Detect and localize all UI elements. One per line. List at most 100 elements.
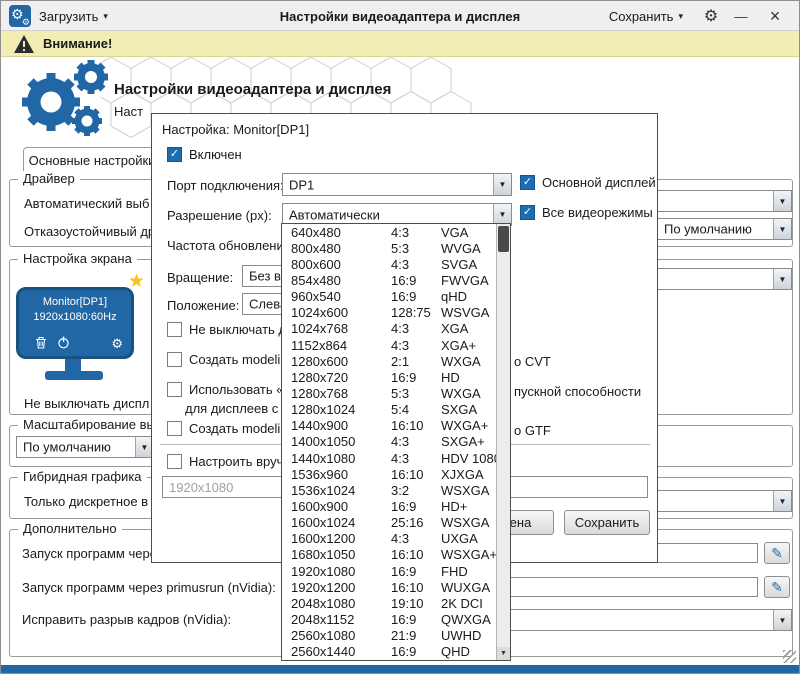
resolution-option[interactable]: 640x480 4:3 VGA [282, 224, 496, 240]
power-icon[interactable] [57, 336, 70, 349]
trash-icon[interactable] [35, 336, 47, 349]
resolution-option[interactable]: 1600x900 16:9 HD+ [282, 498, 496, 514]
resolution-size: 1600x1024 [291, 515, 391, 530]
primusrun-input[interactable] [502, 577, 758, 597]
hybrid-select[interactable]: ▼ [657, 490, 792, 512]
resolution-option[interactable]: 1440x900 16:10 WXGA+ [282, 418, 496, 434]
resolution-ratio: 3:2 [391, 483, 441, 498]
modeline-gtf-checkbox[interactable] [167, 421, 182, 436]
resolution-option[interactable]: 800x600 4:3 SVGA [282, 256, 496, 272]
primary-display-label: Основной дисплей [542, 175, 656, 190]
settings-gear-button[interactable]: ⚙ [699, 1, 723, 31]
resolution-size: 2048x1152 [291, 612, 391, 627]
dropdown-arrow-icon[interactable]: ▼ [493, 174, 511, 195]
resolution-option[interactable]: 2048x1080 19:10 2K DCI [282, 595, 496, 611]
tab-main-settings[interactable]: Основные настройки [23, 147, 161, 172]
dropdown-arrow-icon[interactable]: ▼ [773, 269, 791, 289]
resolution-option[interactable]: 2560x1440 16:9 QHD [282, 644, 496, 660]
modeline-cvt-checkbox[interactable] [167, 352, 182, 367]
enabled-checkbox[interactable]: ✓ [167, 147, 182, 162]
dropdown-arrow-icon[interactable]: ▼ [773, 610, 791, 630]
resolution-name: QHD [441, 644, 470, 659]
resolution-option[interactable]: 960x540 16:9 qHD [282, 289, 496, 305]
scrollbar-thumb[interactable] [498, 226, 509, 252]
resolution-size: 1152x864 [291, 338, 391, 353]
use-cvt-checkbox[interactable] [167, 382, 182, 397]
resolution-ratio: 16:10 [391, 580, 441, 595]
load-menu-label: Загрузить [39, 9, 98, 24]
monitor-widget[interactable]: Monitor[DP1] 1920x1080:60Hz ⚙ [16, 287, 134, 359]
warning-triangle-icon [13, 34, 35, 54]
bottom-accent-bar [1, 665, 799, 673]
close-button[interactable]: × [763, 1, 787, 31]
resolution-option[interactable]: 2560x1080 21:9 UWHD [282, 628, 496, 644]
minimize-button[interactable]: — [729, 1, 753, 31]
tearing-select[interactable]: ▼ [502, 609, 792, 631]
resolution-option[interactable]: 1536x960 16:10 XJXGA [282, 466, 496, 482]
screen-top-select[interactable]: ▼ [657, 268, 792, 290]
dropdown-arrow-icon[interactable]: ▼ [493, 204, 511, 225]
dropdown-arrow-icon[interactable]: ▼ [773, 191, 791, 211]
resolution-size: 1536x960 [291, 467, 391, 482]
primusrun-edit-button[interactable]: ✎ [764, 576, 790, 598]
resolution-option[interactable]: 1600x1200 4:3 UXGA [282, 531, 496, 547]
resolution-option[interactable]: 1400x1050 4:3 SXGA+ [282, 434, 496, 450]
driver-auto-select[interactable]: ▼ [657, 190, 792, 212]
gear-icon: ⚙ [22, 18, 30, 27]
primary-display-checkbox[interactable]: ✓ [520, 175, 535, 190]
save-menu-label: Сохранить [609, 9, 674, 24]
resolution-name: qHD [441, 289, 467, 304]
resolution-ratio: 16:10 [391, 467, 441, 482]
run-programs-edit-button[interactable]: ✎ [764, 542, 790, 564]
resolution-name: WXGA [441, 386, 481, 401]
resolution-option[interactable]: 1680x1050 16:10 WSXGA+ [282, 547, 496, 563]
keep-on-checkbox[interactable] [167, 322, 182, 337]
resolution-option[interactable]: 854x480 16:9 FWVGA [282, 272, 496, 288]
resolution-size: 1280x1024 [291, 402, 391, 417]
resize-grip[interactable] [783, 650, 796, 663]
resolution-option[interactable]: 1280x600 2:1 WXGA [282, 353, 496, 369]
resolution-option[interactable]: 1440x1080 4:3 HDV 1080i [282, 450, 496, 466]
resolution-option[interactable]: 1024x600 128:75 WSVGA [282, 305, 496, 321]
pencil-icon: ✎ [771, 545, 783, 562]
resolution-option[interactable]: 2048x1152 16:9 QWXGA [282, 611, 496, 627]
resolution-option[interactable]: 1152x864 4:3 XGA+ [282, 337, 496, 353]
save-button[interactable]: Сохранить [564, 510, 650, 535]
scrollbar-down-arrow[interactable]: ▼ [497, 647, 510, 660]
page-subtitle: Наст [114, 104, 143, 119]
load-menu-button[interactable]: Загрузить ▾ [39, 1, 108, 31]
driver-failsafe-select[interactable]: По умолчанию ▼ [657, 218, 792, 240]
save-menu-button[interactable]: Сохранить ▾ [609, 1, 683, 31]
manual-checkbox[interactable] [167, 454, 182, 469]
resolution-option[interactable]: 800x480 5:3 WVGA [282, 240, 496, 256]
primusrun-label: Запуск программ через primusrun (nVidia)… [22, 580, 276, 595]
resolution-option[interactable]: 1920x1200 16:10 WUXGA [282, 579, 496, 595]
resolution-name: WUXGA [441, 580, 490, 595]
scrollbar[interactable]: ▼ [496, 224, 510, 660]
scaling-select[interactable]: По умолчанию ▼ [16, 436, 154, 458]
resolution-option[interactable]: 1920x1080 16:9 FHD [282, 563, 496, 579]
resolution-option[interactable]: 1280x720 16:9 HD [282, 369, 496, 385]
dropdown-arrow-icon[interactable]: ▼ [773, 219, 791, 239]
scaling-value: По умолчанию [23, 440, 111, 455]
resolution-name: QWXGA [441, 612, 491, 627]
tearing-label: Исправить разрыв кадров (nVidia): [22, 612, 231, 627]
resolution-name: FHD [441, 564, 468, 579]
resolution-option[interactable]: 1024x768 4:3 XGA [282, 321, 496, 337]
resolution-option[interactable]: 1280x1024 5:4 SXGA [282, 402, 496, 418]
dropdown-arrow-icon[interactable]: ▼ [773, 491, 791, 511]
all-modes-checkbox[interactable]: ✓ [520, 205, 535, 220]
resolution-value: Автоматически [289, 207, 380, 222]
resolution-option[interactable]: 1280x768 5:3 WXGA [282, 385, 496, 401]
monitor-gear-icon[interactable]: ⚙ [111, 336, 123, 352]
resolution-size: 2048x1080 [291, 596, 391, 611]
chevron-down-icon: ▾ [678, 11, 683, 22]
resolution-size: 800x480 [291, 241, 391, 256]
save-button-label: Сохранить [575, 515, 640, 530]
resolution-name: HD+ [441, 499, 467, 514]
driver-auto-label: Автоматический выб [24, 196, 149, 211]
screen-section-title: Настройка экрана [18, 251, 137, 266]
resolution-option[interactable]: 1536x1024 3:2 WSXGA [282, 482, 496, 498]
resolution-option[interactable]: 1600x1024 25:16 WSXGA [282, 515, 496, 531]
port-select[interactable]: DP1 ▼ [282, 173, 512, 196]
